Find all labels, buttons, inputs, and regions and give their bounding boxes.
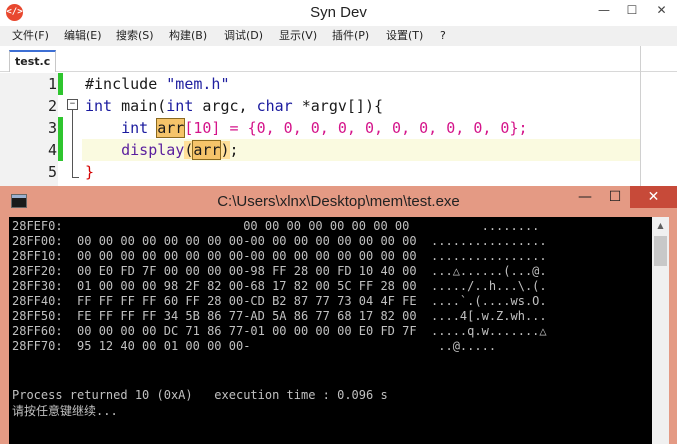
console-line: 28FF60: 00 00 00 00 DC 71 86 77-01 00 00…	[12, 324, 547, 338]
maximize-button[interactable]: ☐	[618, 0, 646, 20]
menu-view[interactable]: 显示(V)	[279, 26, 317, 46]
array-index: [10]	[184, 119, 221, 137]
code-editor[interactable]: 1 2 3 4 5 #include "mem.h" int main(int …	[0, 73, 640, 186]
console-window: C:\Users\xlnx\Desktop\mem\test.exe — ☐ ✕…	[0, 186, 677, 444]
code-line-4: display(arr);	[85, 139, 239, 161]
keyword-int: int	[121, 119, 149, 137]
line-number: 2	[47, 97, 57, 115]
menu-file[interactable]: 文件(F)	[12, 26, 49, 46]
paren-open: (	[157, 97, 167, 115]
console-close-button[interactable]: ✕	[630, 186, 677, 208]
console-line: 28FF10: 00 00 00 00 00 00 00 00-00 00 00…	[12, 249, 547, 263]
press-any-key-line: 请按任意键继续...	[12, 404, 118, 418]
brace-match-close: )	[220, 141, 230, 159]
console-line: 28FF30: 01 00 00 00 98 2F 82 00-68 17 82…	[12, 279, 547, 293]
keyword-int: int	[166, 97, 194, 115]
ide-window-title: Syn Dev	[310, 4, 367, 21]
console-scrollbar[interactable]: ▲	[652, 217, 669, 444]
fold-toggle-icon[interactable]: −	[67, 99, 78, 110]
code-line-1: #include "mem.h"	[85, 73, 230, 95]
console-output[interactable]: 28FEF0: 00 00 00 00 00 00 00 00 ........…	[9, 217, 652, 444]
highlighted-identifier: arr	[192, 140, 222, 160]
comma: ,	[238, 97, 257, 115]
console-line: 28FF40: FF FF FF FF 60 FF 28 00-CD B2 87…	[12, 294, 547, 308]
code-line-2: int main(int argc, char *argv[]){	[85, 95, 383, 117]
console-icon-bar	[12, 195, 26, 198]
fold-guide-line	[72, 110, 73, 177]
process-return-line: Process returned 10 (0xA) execution time…	[12, 388, 388, 402]
console-line: 28FF50: FE FF FF FF 34 5B 86 77-AD 5A 86…	[12, 309, 547, 323]
close-button[interactable]: ✕	[646, 0, 677, 20]
console-line: 28FF70: 95 12 40 00 01 00 00 00- ..@....…	[12, 339, 497, 353]
line-number: 5	[47, 163, 57, 181]
paren-close-brace: ){	[364, 97, 384, 115]
ide-titlebar[interactable]: Syn Dev </> — ☐ ✕	[0, 0, 677, 26]
param-argc: argc	[202, 97, 239, 115]
fold-end-marker	[72, 177, 79, 178]
menu-plugins[interactable]: 插件(P)	[332, 26, 369, 46]
line-number: 3	[47, 119, 57, 137]
menu-debug[interactable]: 调试(D)	[224, 26, 263, 46]
tab-test-c[interactable]: test.c	[9, 50, 57, 72]
line-number: 4	[47, 141, 57, 159]
console-app-icon[interactable]	[11, 194, 27, 208]
menu-help[interactable]: ?	[440, 26, 446, 46]
function-call-name: display	[121, 141, 185, 159]
pointer-star: *	[301, 97, 311, 115]
include-header: "mem.h"	[166, 75, 230, 93]
console-minimize-button[interactable]: —	[570, 186, 600, 208]
menu-build[interactable]: 构建(B)	[169, 26, 207, 46]
line-number: 1	[47, 75, 57, 93]
scroll-thumb[interactable]	[654, 236, 667, 266]
highlighted-identifier: arr	[156, 118, 186, 138]
scroll-up-arrow-icon[interactable]: ▲	[652, 217, 669, 234]
initializer-list: {0, 0, 0, 0, 0, 0, 0, 0, 0, 0};	[247, 119, 528, 137]
code-line-3: int arr[10] = {0, 0, 0, 0, 0, 0, 0, 0, 0…	[85, 117, 528, 139]
console-titlebar[interactable]: C:\Users\xlnx\Desktop\mem\test.exe — ☐ ✕	[0, 186, 677, 217]
console-line: 28FEF0: 00 00 00 00 00 00 00 00 ........	[12, 219, 540, 233]
keyword-char: char	[256, 97, 293, 115]
console-maximize-button[interactable]: ☐	[600, 186, 630, 208]
app-logo-icon[interactable]: </>	[6, 4, 23, 21]
code-line-5: }	[85, 161, 94, 183]
include-directive: #include	[85, 75, 158, 93]
semicolon: ;	[229, 141, 239, 159]
keyword-int: int	[85, 97, 113, 115]
menu-settings[interactable]: 设置(T)	[386, 26, 423, 46]
function-name: main	[121, 97, 158, 115]
menu-bar: 文件(F) 编辑(E) 搜索(S) 构建(B) 调试(D) 显示(V) 插件(P…	[0, 26, 677, 46]
menu-search[interactable]: 搜索(S)	[116, 26, 154, 46]
line-number-gutter: 1 2 3 4 5	[0, 73, 58, 186]
tab-bar: test.c	[0, 46, 677, 72]
console-frame-edge	[669, 217, 677, 444]
minimize-button[interactable]: —	[590, 0, 618, 20]
assign-operator: =	[220, 119, 248, 137]
closing-brace: }	[85, 163, 95, 181]
editor-right-border	[640, 46, 641, 186]
console-line: 28FF20: 00 E0 FD 7F 00 00 00 00-98 FF 28…	[12, 264, 547, 278]
param-argv: argv[]	[310, 97, 365, 115]
console-line: 28FF00: 00 00 00 00 00 00 00 00-00 00 00…	[12, 234, 547, 248]
menu-edit[interactable]: 编辑(E)	[64, 26, 102, 46]
